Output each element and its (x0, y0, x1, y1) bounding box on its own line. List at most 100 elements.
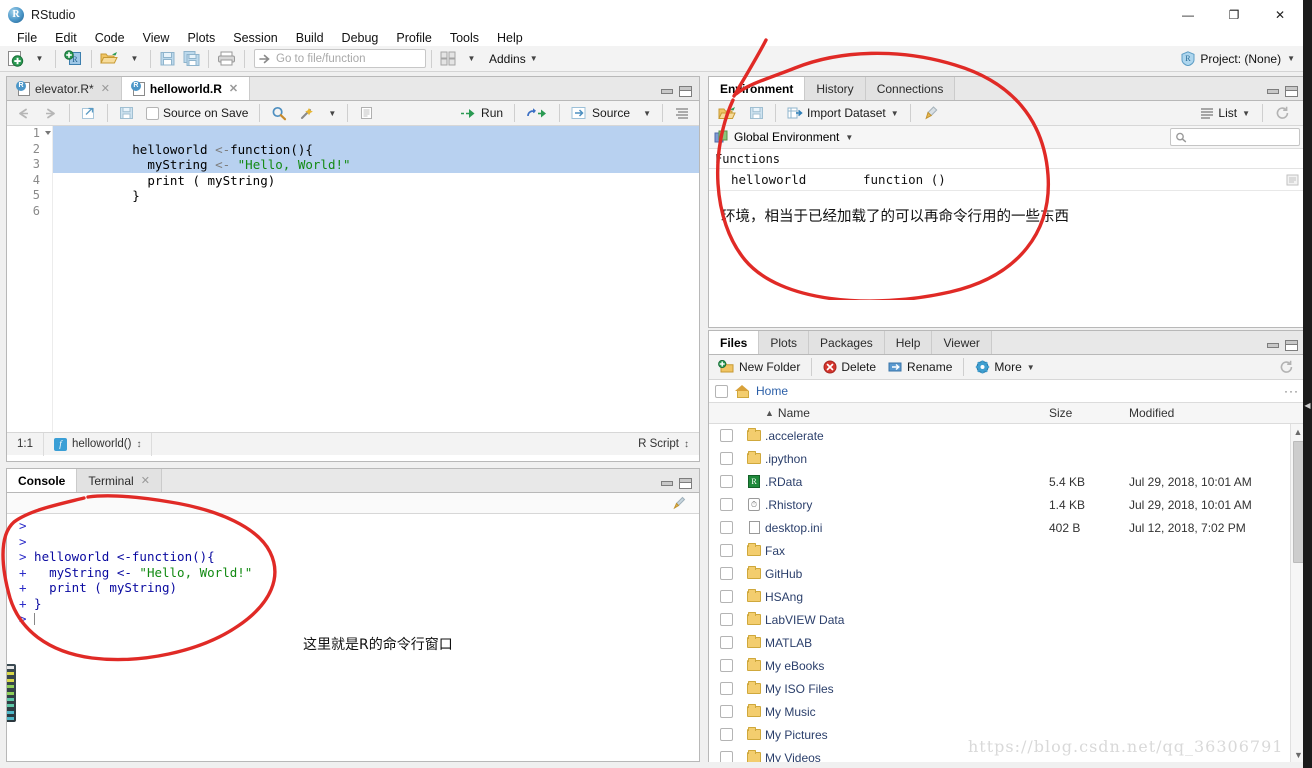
row-checkbox[interactable] (719, 728, 733, 741)
row-checkbox[interactable] (719, 544, 733, 557)
menu-build[interactable]: Build (287, 30, 333, 46)
tab-packages[interactable]: Packages (809, 331, 885, 354)
row-checkbox[interactable] (719, 452, 733, 465)
code-editor[interactable]: 1 2 3 4 5 6 helloworld <-function(){ myS… (7, 126, 699, 432)
tab-console[interactable]: Console (7, 469, 78, 492)
new-file-dropdown[interactable]: ▼ (28, 48, 50, 70)
row-checkbox[interactable] (719, 659, 733, 672)
row-checkbox[interactable] (719, 682, 733, 695)
clear-objects-icon[interactable] (917, 103, 943, 123)
minimize-pane-icon[interactable] (661, 481, 673, 486)
file-name[interactable]: HSAng (765, 590, 1049, 604)
menu-debug[interactable]: Debug (333, 30, 388, 46)
list-view-button[interactable]: List ▼ (1195, 103, 1255, 123)
file-name[interactable]: My ISO Files (765, 682, 1049, 696)
tab-files[interactable]: Files (709, 331, 760, 354)
run-button[interactable]: Run (455, 103, 508, 123)
column-header-size[interactable]: Size (1049, 406, 1129, 420)
re-run-icon[interactable] (521, 103, 553, 123)
column-header-name[interactable]: ▲ Name (765, 406, 1049, 420)
menu-plots[interactable]: Plots (178, 30, 224, 46)
table-row[interactable]: Fax (709, 539, 1305, 562)
code-tools-dropdown[interactable]: ▼ (322, 103, 341, 123)
tab-terminal[interactable]: Terminal ✕ (77, 469, 162, 492)
new-project-button[interactable]: R (61, 48, 86, 70)
minimize-pane-icon[interactable] (1267, 343, 1279, 348)
table-row[interactable]: My eBooks (709, 654, 1305, 677)
fold-toggle-icon[interactable] (45, 131, 51, 135)
source-tab-elevator[interactable]: elevator.R* ✕ (7, 77, 122, 100)
table-row[interactable]: HSAng (709, 585, 1305, 608)
file-name[interactable]: MATLAB (765, 636, 1049, 650)
maximize-pane-icon[interactable] (679, 478, 692, 489)
save-workspace-icon[interactable] (744, 103, 769, 123)
file-name[interactable]: .ipython (765, 452, 1049, 466)
table-row[interactable]: GitHub (709, 562, 1305, 585)
delete-button[interactable]: Delete (818, 357, 881, 377)
new-file-button[interactable] (4, 48, 27, 70)
file-name[interactable]: .accelerate (765, 429, 1049, 443)
edge-collapse-icon[interactable]: ◀ (1303, 398, 1312, 412)
console-prompt-line[interactable]: > (19, 611, 699, 627)
table-row[interactable]: ⏱ .Rhistory 1.4 KB Jul 29, 2018, 10:01 A… (709, 493, 1305, 516)
row-checkbox[interactable] (719, 521, 733, 534)
project-selector[interactable]: R Project: (None) ▼ (1181, 51, 1303, 66)
forward-arrow-icon[interactable] (38, 103, 63, 123)
table-row[interactable]: R .RData 5.4 KB Jul 29, 2018, 10:01 AM (709, 470, 1305, 493)
file-name[interactable]: My eBooks (765, 659, 1049, 673)
new-folder-button[interactable]: New Folder (713, 357, 805, 377)
file-type-selector[interactable]: R Script ↕ (638, 438, 699, 450)
code-tools-icon[interactable] (294, 103, 320, 123)
close-tab-icon[interactable]: ✕ (101, 82, 110, 95)
more-options-icon[interactable]: ··· (1284, 384, 1299, 398)
file-name[interactable]: GitHub (765, 567, 1049, 581)
file-name[interactable]: LabVIEW Data (765, 613, 1049, 627)
maximize-pane-icon[interactable] (679, 86, 692, 97)
menu-tools[interactable]: Tools (441, 30, 488, 46)
table-row[interactable]: .ipython (709, 447, 1305, 470)
clear-console-icon[interactable] (665, 493, 695, 513)
more-button[interactable]: More ▼ (970, 357, 1039, 377)
rename-button[interactable]: Rename (883, 357, 957, 377)
source-tab-helloworld[interactable]: helloworld.R ✕ (121, 77, 251, 100)
tab-history[interactable]: History (805, 77, 866, 100)
pane-layout-dropdown[interactable]: ▼ (460, 48, 482, 70)
menu-help[interactable]: Help (488, 30, 532, 46)
table-row[interactable]: desktop.ini 402 B Jul 12, 2018, 7:02 PM (709, 516, 1305, 539)
select-all-checkbox[interactable] (715, 384, 728, 398)
row-checkbox[interactable] (719, 567, 733, 580)
tab-viewer[interactable]: Viewer (932, 331, 992, 354)
breadcrumb[interactable]: Home (756, 384, 788, 398)
save-source-button[interactable] (114, 103, 139, 123)
back-arrow-icon[interactable] (11, 103, 36, 123)
environment-search-input[interactable] (1170, 128, 1300, 146)
import-dataset-button[interactable]: Import Dataset ▼ (782, 103, 904, 123)
row-checkbox[interactable] (719, 475, 733, 488)
minimize-button[interactable]: — (1165, 0, 1211, 30)
maximize-pane-icon[interactable] (1285, 86, 1298, 97)
tab-environment[interactable]: Environment (709, 77, 806, 100)
row-checkbox[interactable] (719, 751, 733, 762)
menu-code[interactable]: Code (86, 30, 134, 46)
menu-edit[interactable]: Edit (46, 30, 86, 46)
document-outline-icon[interactable] (669, 103, 695, 123)
row-checkbox[interactable] (719, 590, 733, 603)
row-checkbox[interactable] (719, 705, 733, 718)
file-name[interactable]: My Music (765, 705, 1049, 719)
tab-plots[interactable]: Plots (759, 331, 810, 354)
table-row[interactable]: My ISO Files (709, 677, 1305, 700)
environment-scope-label[interactable]: Global Environment (734, 130, 839, 144)
close-tab-icon[interactable]: ✕ (229, 82, 238, 95)
compile-report-icon[interactable] (354, 103, 379, 123)
print-button[interactable] (214, 48, 239, 70)
source-dropdown[interactable]: ▼ (637, 103, 656, 123)
refresh-icon[interactable] (1270, 103, 1295, 123)
table-row[interactable]: MATLAB (709, 631, 1305, 654)
scope-selector[interactable]: f helloworld() ↕ (44, 432, 153, 456)
view-function-icon[interactable] (1279, 174, 1305, 186)
row-checkbox[interactable] (719, 613, 733, 626)
menu-session[interactable]: Session (224, 30, 286, 46)
file-name[interactable]: .RData (765, 475, 1049, 489)
checkbox-icon[interactable] (146, 106, 159, 120)
save-all-button[interactable] (180, 48, 203, 70)
